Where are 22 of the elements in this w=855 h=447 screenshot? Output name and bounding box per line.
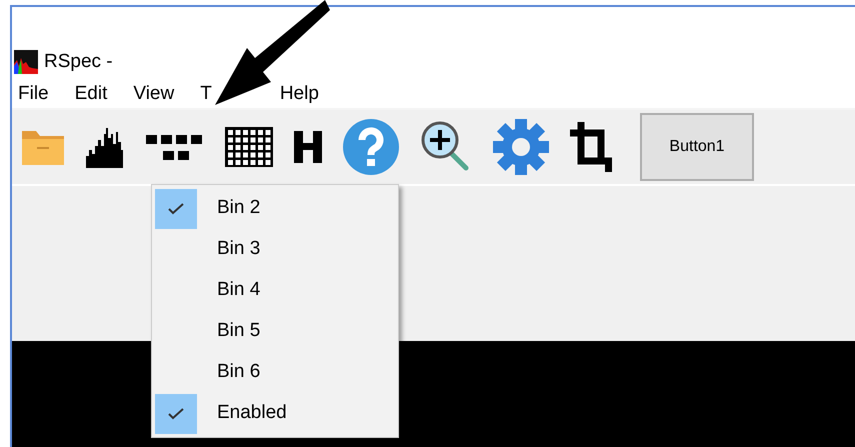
menu-item[interactable]: File (18, 80, 49, 108)
settings-icon[interactable] (492, 122, 550, 172)
menu-option[interactable]: Enabled (155, 393, 395, 434)
menu-option[interactable]: Bin 4 (155, 270, 395, 311)
menu-option[interactable]: Bin 3 (155, 229, 395, 270)
menu-option[interactable]: Bin 5 (155, 311, 395, 352)
option-label: Bin 6 (217, 360, 260, 384)
menu-option[interactable]: Bin 6 (155, 352, 395, 393)
menu-option[interactable]: Bin 2 (155, 188, 395, 229)
menu-item[interactable]: View (133, 80, 174, 108)
option-label: Bin 2 (217, 196, 260, 220)
window-title: RSpec - (44, 50, 113, 74)
app-logo-icon (14, 50, 38, 74)
option-label: Bin 4 (217, 278, 260, 302)
option-label: Enabled (217, 401, 287, 426)
toolbar-button[interactable]: Button1 (640, 113, 754, 181)
menu-item[interactable]: Help (280, 80, 319, 108)
menu-item[interactable]: Edit (74, 80, 108, 108)
option-label: Bin 3 (217, 237, 260, 262)
help-icon[interactable] (342, 122, 400, 172)
menu-item[interactable]: T (200, 80, 212, 108)
option-label: Bin 5 (217, 319, 260, 344)
